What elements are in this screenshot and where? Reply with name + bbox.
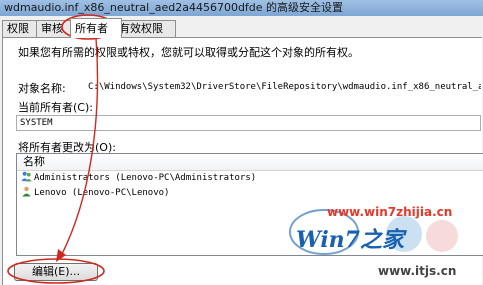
- current-owner-field[interactable]: SYSTEM: [16, 115, 481, 131]
- tab-permissions[interactable]: 权限: [2, 20, 40, 37]
- edit-button[interactable]: 编辑(E)...: [14, 263, 98, 281]
- watermark-url-bottom: www.itjs.cn: [378, 264, 457, 278]
- user-icon: [22, 186, 31, 197]
- window-title: wdmaudio.inf_x86_neutral_aed2a4456700dfd…: [0, 0, 483, 16]
- owner-name: Lenovo (Lenovo-PC\Lenovo): [34, 188, 170, 198]
- object-name-value: C:\Windows\System32\DriverStore\FileRepo…: [88, 82, 481, 92]
- intro-text: 如果您有所需的权限或特权，您就可以取得或分配这个对象的所有权。: [18, 46, 359, 59]
- current-owner-label: 当前所有者(C):: [18, 101, 93, 114]
- list-header-name[interactable]: 名称: [17, 154, 483, 171]
- list-item[interactable]: Administrators (Lenovo-PC\Administrators…: [17, 171, 483, 186]
- tab-effective-permissions[interactable]: 有效权限: [114, 20, 176, 37]
- group-users-icon: [21, 171, 32, 182]
- object-name-label: 对象名称:: [18, 82, 66, 95]
- watermark-logo-text: Win7之家: [296, 227, 404, 253]
- watermark-url-top: www.win7zhijia.cn: [327, 205, 453, 219]
- tab-owner[interactable]: 所有者: [70, 18, 122, 38]
- tab-auditing[interactable]: 审核: [36, 20, 74, 37]
- owner-name: Administrators (Lenovo-PC\Administrators…: [34, 173, 257, 183]
